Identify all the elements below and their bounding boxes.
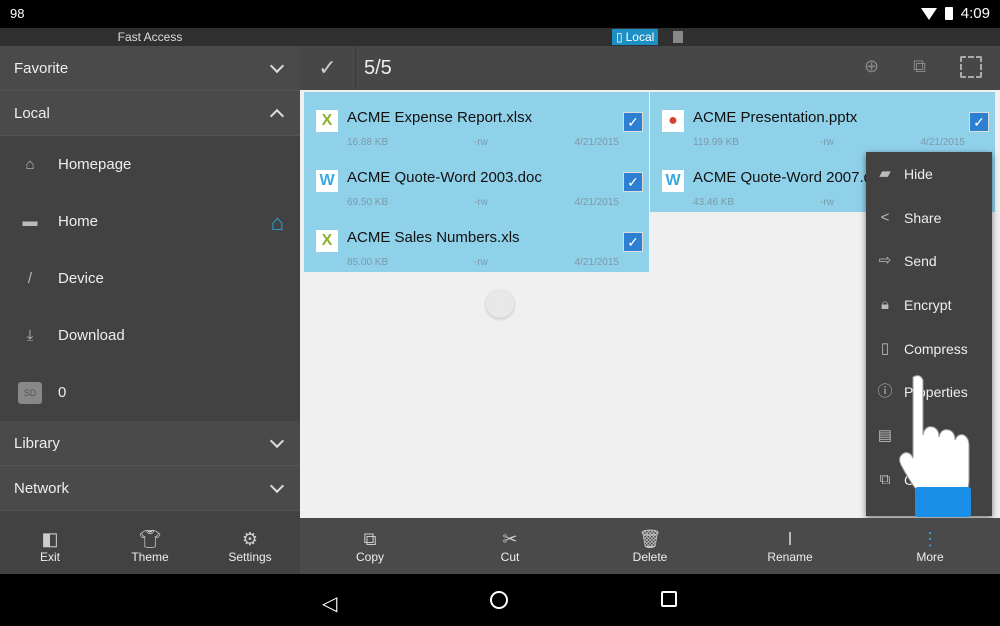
file-item[interactable]: ● ACME Presentation.pptx 119.99 KB -rw 4/21/…: [650, 92, 995, 152]
android-nav-bar: ◁: [0, 574, 1000, 626]
sidebar-item-homepage[interactable]: ⌂ Homepage: [0, 136, 300, 193]
copy-to-icon: ⧉: [879, 470, 891, 488]
download-icon: ⤓: [26, 327, 34, 344]
recents-icon[interactable]: [661, 591, 677, 607]
checkbox-checked[interactable]: ✓: [623, 172, 643, 192]
theme-button[interactable]: 👕︎ Theme: [100, 518, 200, 574]
home-circle-icon[interactable]: [490, 591, 508, 609]
path-local[interactable]: ▯ Local: [612, 29, 659, 45]
sidebar-bottom-bar: ◧ Exit 👕︎ Theme ⚙ Settings: [0, 518, 300, 574]
sidebar-item-home[interactable]: ▬ Home ⌂: [0, 193, 300, 250]
lock-icon: 🔒︎: [881, 295, 889, 313]
copy-icon: ⧉: [363, 529, 377, 549]
file-arrow-icon: ▤: [877, 426, 893, 444]
select-all-icon[interactable]: [960, 56, 982, 78]
exit-button[interactable]: ◧ Exit: [0, 518, 100, 574]
select-interval-icon[interactable]: ⧉: [913, 56, 926, 78]
phone-icon: ▯: [616, 30, 623, 44]
more-vertical-icon: ⋮: [921, 529, 939, 549]
share-icon: <: [880, 208, 890, 226]
excel-icon: X: [316, 110, 338, 132]
back-icon[interactable]: ◁: [322, 591, 337, 616]
selection-toolbar: ✓ 5/5 ⊕ ⧉: [300, 46, 1000, 90]
sd-card-icon: SD: [18, 381, 42, 404]
sidebar-item-download[interactable]: ⤓ Download: [0, 307, 300, 364]
selection-count: 5/5: [364, 56, 392, 79]
text-cursor-icon: I: [787, 529, 793, 549]
chevron-up-icon: [269, 108, 285, 123]
section-library[interactable]: Library: [0, 421, 300, 466]
cut-button[interactable]: ✂ Cut: [440, 518, 580, 574]
checkbox-checked[interactable]: ✓: [969, 112, 989, 132]
section-local[interactable]: Local: [0, 91, 300, 136]
sidebar: Fast Access Favorite Local ⌂ Homepage ▬ Ho…: [0, 28, 300, 518]
set-home-icon[interactable]: ⌂: [271, 210, 284, 236]
clock: 4:09: [960, 5, 990, 22]
powerpoint-icon: ●: [662, 110, 684, 132]
zip-icon: ▯: [880, 339, 890, 357]
status-bar: 98 4:09: [0, 0, 1000, 28]
rename-button[interactable]: I Rename: [720, 518, 860, 574]
word-icon: W: [662, 170, 684, 192]
tshirt-icon: 👕︎: [138, 529, 162, 549]
fast-access-header: Fast Access: [0, 28, 300, 46]
more-button[interactable]: ⋮ More: [860, 518, 1000, 574]
word-icon: W: [316, 170, 338, 192]
delete-button[interactable]: 🗑︎ Delete: [580, 518, 720, 574]
send-icon: ⇨: [878, 252, 892, 270]
web-search-icon[interactable]: ⊕: [864, 56, 879, 78]
sidebar-item-sd[interactable]: SD 0: [0, 364, 300, 421]
action-bar: ⧉ Copy ✂ Cut 🗑︎ Delete I Rename ⋮ More: [300, 518, 1000, 574]
menu-item-hide[interactable]: ▰ Hide: [866, 152, 992, 196]
sidebar-item-device[interactable]: / Device: [0, 250, 300, 307]
house-outline-icon: ⌂: [25, 156, 35, 173]
file-item[interactable]: W ACME Quote-Word 2003.doc 69.50 KB -rw 4/21…: [304, 152, 649, 212]
checkbox-checked[interactable]: ✓: [623, 112, 643, 132]
chevron-down-icon: [269, 478, 285, 493]
menu-item-send[interactable]: ⇨ Send: [866, 239, 992, 283]
folder-home-icon: ▬: [22, 213, 38, 230]
copy-button[interactable]: ⧉ Copy: [300, 518, 440, 574]
slash-icon: /: [27, 270, 33, 287]
exit-icon: ◧: [41, 529, 59, 549]
done-button[interactable]: ✓: [300, 46, 356, 90]
chevron-down-icon: [269, 433, 285, 448]
path-bar: ▯ Local: [300, 28, 1000, 46]
menu-item-compress[interactable]: ▯ Compress: [866, 327, 992, 371]
menu-item-encrypt[interactable]: 🔒︎ Encrypt: [866, 283, 992, 327]
checkmark-icon: ✓: [318, 55, 337, 80]
scissors-icon: ✂: [502, 529, 518, 549]
settings-button[interactable]: ⚙ Settings: [200, 518, 300, 574]
excel-icon: X: [316, 230, 338, 252]
chevron-down-icon: [269, 58, 285, 73]
file-item[interactable]: X ACME Sales Numbers.xls 85.00 KB -rw 4/21/2…: [304, 212, 649, 272]
wifi-icon: [920, 7, 937, 20]
hide-folder-icon: ▰: [879, 164, 891, 182]
hand-pointer-icon: [899, 375, 971, 517]
info-icon[interactable]: [673, 31, 683, 43]
file-item[interactable]: X ACME Expense Report.xlsx 16.88 KB -rw 4/21…: [304, 92, 649, 152]
section-favorite[interactable]: Favorite: [0, 46, 300, 91]
trash-icon: 🗑︎: [638, 529, 662, 549]
checkbox-checked[interactable]: ✓: [623, 232, 643, 252]
section-network[interactable]: Network: [0, 466, 300, 511]
status-notification: 98: [10, 6, 25, 21]
menu-item-share[interactable]: < Share: [866, 196, 992, 240]
battery-icon: [944, 7, 953, 20]
loading-spinner: [486, 290, 514, 318]
info-circle-icon: ⓘ: [877, 383, 893, 401]
gear-icon: ⚙: [241, 529, 259, 549]
